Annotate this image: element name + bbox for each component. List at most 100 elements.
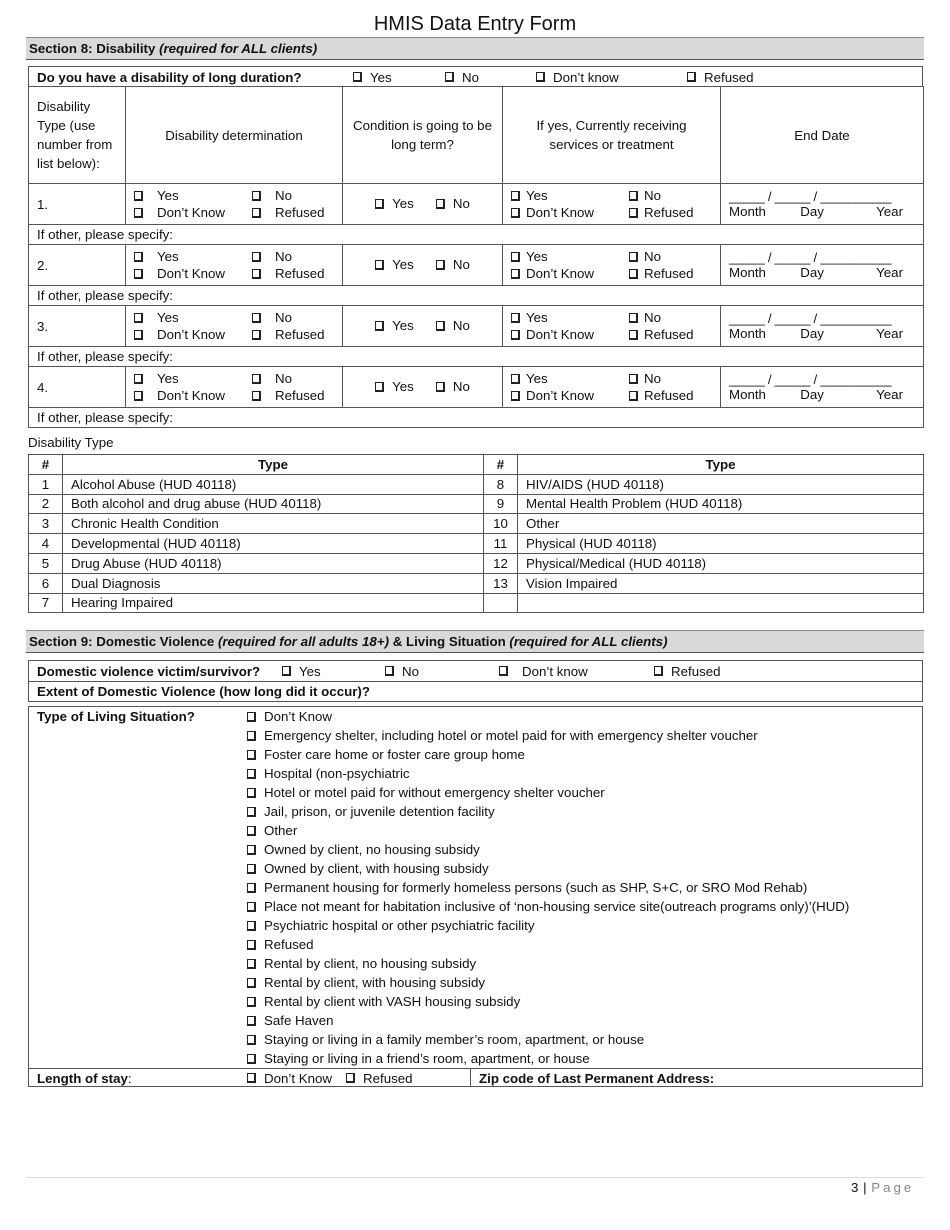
checkbox-icon[interactable]	[247, 1015, 256, 1026]
living-situation-option[interactable]: Psychiatric hospital or other psychiatri…	[247, 916, 849, 935]
living-situation-option[interactable]: Staying or living in a friend’s room, ap…	[247, 1049, 849, 1068]
disability-dont-know-option[interactable]: Don’t know	[536, 70, 687, 85]
disability-yes-option[interactable]: Yes	[353, 70, 445, 85]
living-situation-option[interactable]: Refused	[247, 935, 849, 954]
living-situation-option[interactable]: Jail, prison, or juvenile detention faci…	[247, 802, 849, 821]
checkbox-icon[interactable]	[247, 977, 256, 988]
dv-no-option[interactable]: No	[385, 664, 499, 679]
long-term-yes[interactable]: Yes	[375, 379, 414, 394]
living-situation-option[interactable]: Safe Haven	[247, 1011, 849, 1030]
determination-dont-know[interactable]: Don’t Know	[134, 205, 252, 220]
determination-yes[interactable]: Yes	[134, 310, 252, 325]
checkbox-icon[interactable]	[247, 844, 256, 855]
checkbox-icon[interactable]	[511, 251, 520, 262]
checkbox-icon[interactable]	[247, 768, 256, 779]
checkbox-icon[interactable]	[511, 190, 520, 201]
living-situation-option[interactable]: Don’t Know	[247, 707, 849, 726]
disability-no-option[interactable]: No	[445, 70, 536, 85]
checkbox-icon[interactable]	[385, 666, 394, 676]
checkbox-icon[interactable]	[511, 373, 520, 384]
checkbox-icon[interactable]	[346, 1073, 355, 1083]
services-refused[interactable]: Refused	[629, 266, 712, 281]
living-situation-option[interactable]: Rental by client with VASH housing subsi…	[247, 992, 849, 1011]
end-date-cell[interactable]: _____ / _____ / __________ Month Day Year	[720, 305, 924, 347]
services-no[interactable]: No	[629, 249, 712, 264]
checkbox-icon[interactable]	[247, 939, 256, 950]
checkbox-icon[interactable]	[499, 666, 508, 676]
checkbox-icon[interactable]	[629, 329, 638, 340]
checkbox-icon[interactable]	[247, 863, 256, 874]
end-date-cell[interactable]: _____ / _____ / __________ Month Day Year	[720, 244, 924, 286]
checkbox-icon[interactable]	[375, 320, 385, 331]
living-situation-option[interactable]: Other	[247, 821, 849, 840]
living-situation-option[interactable]: Emergency shelter, including hotel or mo…	[247, 726, 849, 745]
services-yes[interactable]: Yes	[511, 188, 629, 203]
checkbox-icon[interactable]	[629, 251, 638, 262]
length-refused-option[interactable]: Refused	[346, 1071, 413, 1086]
dv-dont-know-option[interactable]: Don’t know	[499, 664, 654, 679]
long-term-yes[interactable]: Yes	[375, 318, 414, 333]
services-no[interactable]: No	[629, 188, 712, 203]
checkbox-icon[interactable]	[252, 312, 261, 323]
long-term-no[interactable]: No	[435, 257, 470, 272]
length-dont-know-option[interactable]: Don’t Know	[247, 1071, 332, 1086]
end-date-blank[interactable]: _____ / _____ / __________	[729, 311, 915, 326]
checkbox-icon[interactable]	[435, 320, 445, 331]
checkbox-icon[interactable]	[247, 920, 256, 931]
checkbox-icon[interactable]	[629, 373, 638, 384]
disability-type-number[interactable]: 4.	[28, 366, 126, 408]
checkbox-icon[interactable]	[252, 390, 261, 401]
services-refused[interactable]: Refused	[629, 388, 712, 403]
living-situation-option[interactable]: Hotel or motel paid for without emergenc…	[247, 783, 849, 802]
checkbox-icon[interactable]	[247, 806, 256, 817]
living-situation-option[interactable]: Staying or living in a family member’s r…	[247, 1030, 849, 1049]
long-term-yes[interactable]: Yes	[375, 196, 414, 211]
determination-refused[interactable]: Refused	[252, 205, 334, 220]
long-term-no[interactable]: No	[435, 379, 470, 394]
end-date-blank[interactable]: _____ / _____ / __________	[729, 189, 915, 204]
services-refused[interactable]: Refused	[629, 205, 712, 220]
services-yes[interactable]: Yes	[511, 371, 629, 386]
determination-no[interactable]: No	[252, 371, 334, 386]
checkbox-icon[interactable]	[252, 251, 261, 262]
determination-dont-know[interactable]: Don’t Know	[134, 266, 252, 281]
checkbox-icon[interactable]	[511, 312, 520, 323]
determination-no[interactable]: No	[252, 188, 334, 203]
determination-refused[interactable]: Refused	[252, 327, 334, 342]
checkbox-icon[interactable]	[252, 373, 261, 384]
disability-refused-option[interactable]: Refused	[687, 70, 754, 85]
services-dont-know[interactable]: Don’t Know	[511, 205, 629, 220]
checkbox-icon[interactable]	[375, 381, 385, 392]
checkbox-icon[interactable]	[134, 329, 143, 340]
long-term-no[interactable]: No	[435, 196, 470, 211]
specify-other-field[interactable]: If other, please specify:	[28, 407, 924, 428]
long-term-no[interactable]: No	[435, 318, 470, 333]
determination-refused[interactable]: Refused	[252, 388, 334, 403]
end-date-cell[interactable]: _____ / _____ / __________ Month Day Year	[720, 366, 924, 408]
checkbox-icon[interactable]	[247, 1073, 256, 1083]
checkbox-icon[interactable]	[134, 312, 143, 323]
checkbox-icon[interactable]	[511, 207, 520, 218]
determination-yes[interactable]: Yes	[134, 371, 252, 386]
end-date-blank[interactable]: _____ / _____ / __________	[729, 372, 915, 387]
checkbox-icon[interactable]	[134, 390, 143, 401]
services-dont-know[interactable]: Don’t Know	[511, 327, 629, 342]
living-situation-option[interactable]: Owned by client, no housing subsidy	[247, 840, 849, 859]
determination-yes[interactable]: Yes	[134, 188, 252, 203]
checkbox-icon[interactable]	[435, 259, 445, 270]
checkbox-icon[interactable]	[252, 190, 261, 201]
checkbox-icon[interactable]	[654, 666, 663, 676]
checkbox-icon[interactable]	[247, 901, 256, 912]
checkbox-icon[interactable]	[629, 268, 638, 279]
checkbox-icon[interactable]	[247, 1053, 256, 1064]
living-situation-option[interactable]: Owned by client, with housing subsidy	[247, 859, 849, 878]
checkbox-icon[interactable]	[134, 207, 143, 218]
living-situation-option[interactable]: Place not meant for habitation inclusive…	[247, 897, 849, 916]
long-term-yes[interactable]: Yes	[375, 257, 414, 272]
checkbox-icon[interactable]	[629, 390, 638, 401]
checkbox-icon[interactable]	[282, 666, 291, 676]
specify-other-field[interactable]: If other, please specify:	[28, 285, 924, 306]
checkbox-icon[interactable]	[629, 190, 638, 201]
checkbox-icon[interactable]	[353, 72, 362, 82]
specify-other-field[interactable]: If other, please specify:	[28, 346, 924, 367]
